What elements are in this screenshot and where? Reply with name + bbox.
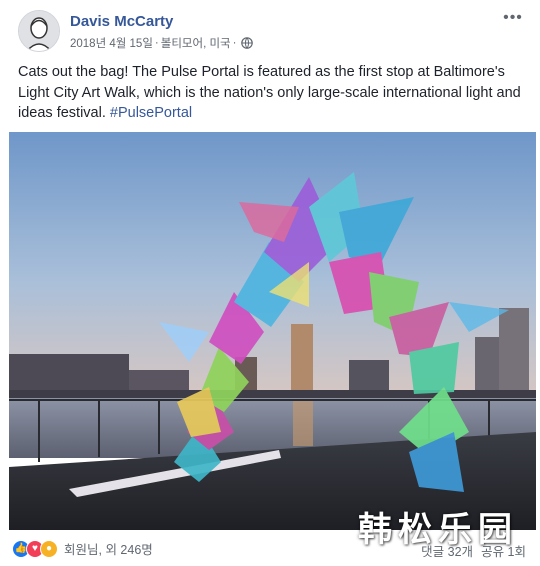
- ellipsis-icon: •••: [503, 9, 523, 26]
- more-options-button[interactable]: •••: [500, 9, 526, 30]
- author-name[interactable]: Davis McCarty: [70, 13, 173, 30]
- post-header: Davis McCarty 2018년 4월 15일 · 볼티모어, 미국 · …: [18, 10, 526, 54]
- wow-icon: ●: [40, 539, 58, 558]
- post-text: Cats out the bag! The Pulse Portal is fe…: [18, 62, 526, 124]
- author-avatar[interactable]: [18, 10, 60, 52]
- post-body: Cats out the bag! The Pulse Portal is fe…: [18, 64, 521, 121]
- post-meta: 2018년 4월 15일 · 볼티모어, 미국 ·: [70, 35, 254, 51]
- reaction-count[interactable]: 회원님, 외 246명: [64, 539, 153, 558]
- post-location[interactable]: 볼티모어, 미국: [161, 35, 231, 51]
- meta-separator: ·: [154, 37, 159, 49]
- photo-illustration: [9, 132, 536, 530]
- post-photo[interactable]: [9, 132, 536, 530]
- share-count[interactable]: 공유 1회: [481, 541, 526, 560]
- hashtag-link[interactable]: #PulsePortal: [110, 105, 192, 121]
- meta-separator: ·: [232, 37, 237, 49]
- globe-icon: [241, 37, 254, 49]
- facebook-post: Davis McCarty 2018년 4월 15일 · 볼티모어, 미국 · …: [0, 0, 540, 566]
- engagement-counts: 댓글 32개 공유 1회: [421, 541, 526, 560]
- post-footer: 👍 ♥ ● 회원님, 외 246명 댓글 32개 공유 1회: [12, 537, 526, 563]
- post-timestamp[interactable]: 2018년 4월 15일: [70, 35, 153, 51]
- comment-count[interactable]: 댓글 32개: [421, 541, 473, 560]
- reaction-summary[interactable]: 👍 ♥ ● 회원님, 외 246명: [12, 539, 153, 558]
